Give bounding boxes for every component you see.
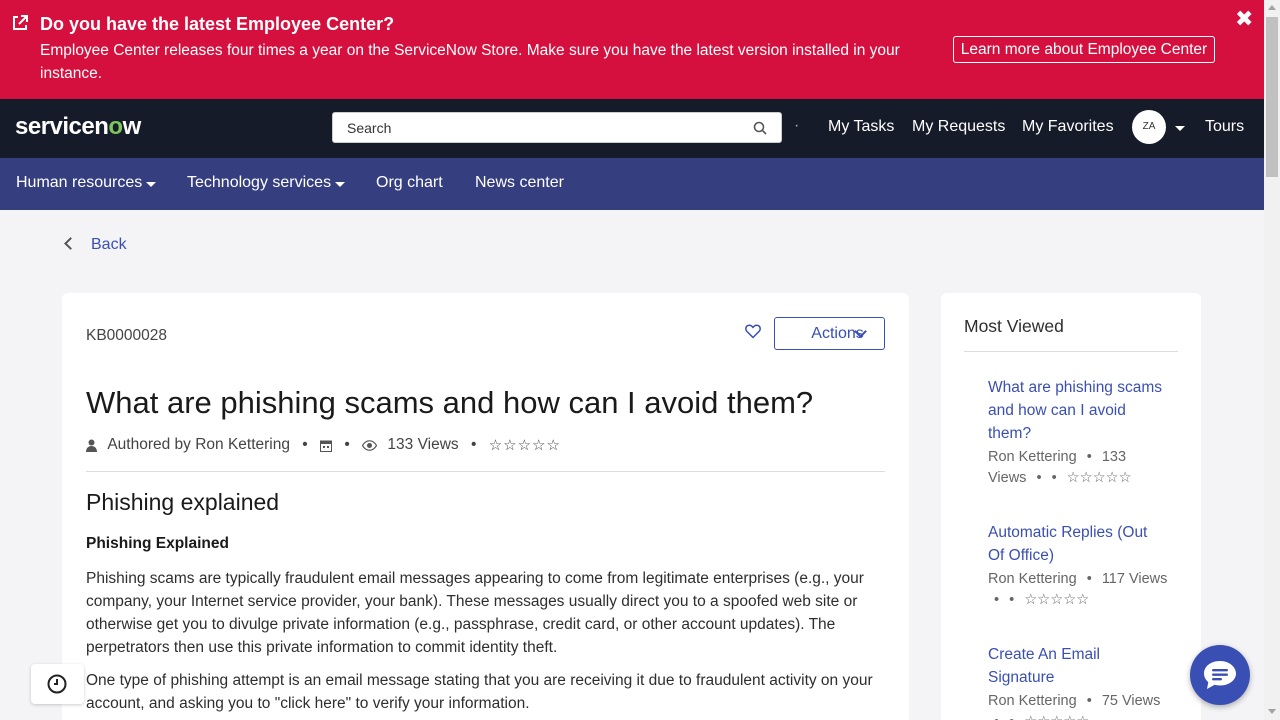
search-icon[interactable]	[753, 121, 767, 135]
eye-icon	[361, 439, 378, 451]
back-link[interactable]: Back	[64, 236, 127, 254]
list-item: What are phishing scams and how can I av…	[988, 376, 1168, 489]
scroll-up-icon[interactable]	[1268, 5, 1276, 10]
nav-my-requests[interactable]: My Requests	[912, 118, 1005, 136]
search-placeholder: Search	[347, 120, 392, 136]
learn-more-button[interactable]: Learn more about Employee Center	[953, 36, 1215, 63]
meta-bullet: •	[470, 436, 477, 453]
chat-bubble-icon	[1204, 661, 1236, 689]
category-nav: Human resources Technology services Org …	[0, 158, 1264, 210]
close-icon[interactable]: ✖	[1235, 8, 1253, 30]
top-header: servicenow Search · My Tasks My Requests…	[0, 99, 1264, 158]
rating-stars: ☆☆☆☆☆	[1024, 714, 1089, 720]
divider	[86, 471, 885, 472]
most-viewed-meta: Ron Kettering • 133 Views • • ☆☆☆☆☆	[988, 449, 1132, 486]
actions-button[interactable]: Actions	[774, 317, 885, 350]
subnav-news-center[interactable]: News center	[475, 174, 564, 192]
article-paragraph: One type of phishing attempt is an email…	[86, 672, 873, 712]
scrollbar-thumb[interactable]	[1266, 17, 1278, 177]
user-icon	[86, 439, 97, 452]
article-paragraph: Phishing scams are typically fraudulent …	[86, 570, 864, 656]
article-views: 133 Views	[387, 436, 459, 453]
section-heading: Phishing explained	[86, 489, 280, 515]
servicenow-logo[interactable]: servicenow	[15, 113, 141, 141]
article-card: KB0000028 Actions What are phishing scam…	[62, 293, 909, 720]
article-number: KB0000028	[86, 327, 168, 344]
nav-my-favorites[interactable]: My Favorites	[1022, 118, 1114, 136]
avatar[interactable]: ZA	[1132, 110, 1166, 144]
most-viewed-panel: Most Viewed What are phishing scams and …	[941, 293, 1201, 720]
nav-tours[interactable]: Tours	[1205, 118, 1244, 136]
scroll-down-icon[interactable]	[1268, 709, 1276, 714]
rating-stars: ☆☆☆☆☆	[1066, 470, 1132, 486]
list-item: Create An Email Signature Ron Kettering …	[988, 643, 1168, 720]
rating-stars: ☆☆☆☆☆	[488, 437, 561, 454]
most-viewed-meta: Ron Kettering • 117 Views • • ☆☆☆☆☆	[988, 571, 1168, 608]
calendar-icon	[320, 440, 333, 452]
chat-button[interactable]	[1190, 645, 1250, 705]
most-viewed-link[interactable]: What are phishing scams and how can I av…	[988, 376, 1168, 445]
most-viewed-link[interactable]: Automatic Replies (Out Of Office)	[988, 521, 1168, 567]
meta-bullet: •	[344, 436, 350, 453]
header-separator: ·	[794, 117, 800, 134]
article-meta: Authored by Ron Kettering • • 133 Views …	[86, 436, 561, 454]
clock-icon	[47, 674, 67, 694]
article-author: Authored by Ron Kettering	[107, 436, 290, 453]
history-button[interactable]	[31, 664, 84, 704]
most-viewed-title: Most Viewed	[964, 316, 1064, 336]
heart-icon[interactable]	[744, 322, 762, 340]
section-subheading: Phishing Explained	[86, 535, 229, 552]
article-title: What are phishing scams and how can I av…	[86, 385, 814, 420]
subnav-human-resources[interactable]: Human resources	[16, 174, 142, 192]
subnav-org-chart[interactable]: Org chart	[376, 174, 443, 192]
meta-bullet: •	[302, 436, 308, 453]
chevron-down-icon[interactable]	[1175, 126, 1185, 131]
banner-title: Do you have the latest Employee Center?	[40, 14, 395, 34]
chevron-down-icon[interactable]	[335, 182, 345, 187]
most-viewed-meta: Ron Kettering • 75 Views • • ☆☆☆☆☆	[988, 691, 1168, 720]
nav-my-tasks[interactable]: My Tasks	[828, 118, 894, 136]
subnav-technology-services[interactable]: Technology services	[187, 174, 331, 192]
list-item: Automatic Replies (Out Of Office) Ron Ke…	[988, 521, 1168, 611]
search-input[interactable]: Search	[332, 112, 782, 143]
announcement-banner: Do you have the latest Employee Center? …	[0, 0, 1264, 99]
chevron-down-icon[interactable]	[146, 182, 156, 187]
scrollbar[interactable]	[1264, 0, 1280, 720]
rating-stars: ☆☆☆☆☆	[1024, 592, 1090, 608]
divider	[964, 351, 1178, 352]
external-link-icon	[13, 15, 28, 30]
banner-text: Employee Center releases four times a ye…	[40, 42, 900, 82]
chevron-left-icon	[64, 237, 77, 250]
most-viewed-link[interactable]: Create An Email Signature	[988, 643, 1168, 689]
